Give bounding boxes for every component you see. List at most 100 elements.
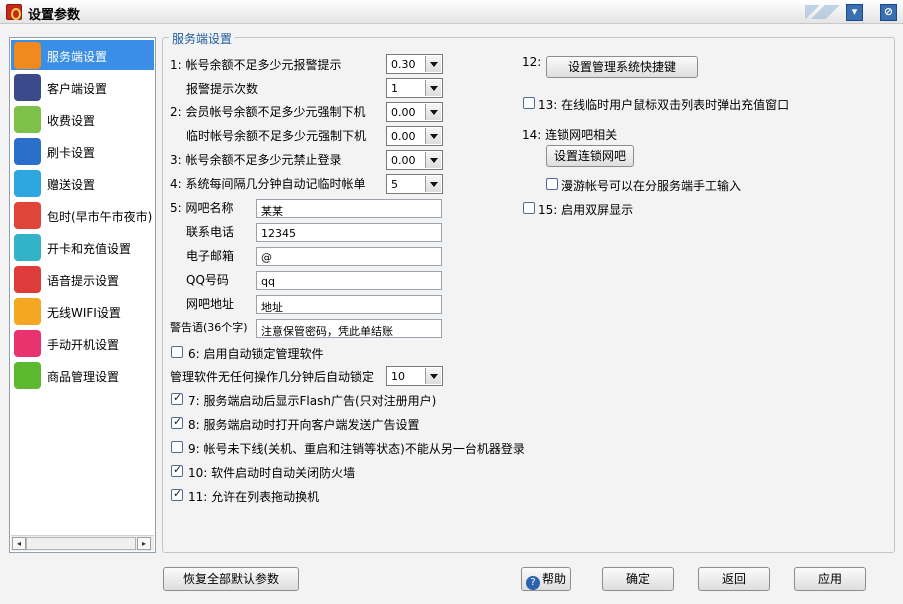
temp-force-off-combo[interactable]: 0.00 <box>386 126 443 146</box>
settings-sidebar: 服务端设置客户端设置收费设置刷卡设置赠送设置包时(早市午市夜市) 开卡和充值设置语… <box>9 37 156 553</box>
shortcut-label: 12: <box>522 55 542 69</box>
hand-pointer-icon <box>14 330 41 357</box>
flash-ad-label: 7: 服务端启动后显示Flash广告(只对注册用户) <box>188 394 437 408</box>
sidebar-item-5[interactable]: 包时(早市午市夜市) <box>11 200 154 230</box>
qq-input[interactable]: qq <box>256 271 442 290</box>
auto-lock-label: 6: 启用自动锁定管理软件 <box>188 347 324 361</box>
roaming-checkbox[interactable] <box>546 178 558 190</box>
roaming-label: 漫游帐号可以在分服务端手工输入 <box>561 179 742 193</box>
auto-lock-checkbox[interactable] <box>171 346 183 358</box>
lock-minutes-combo[interactable]: 10 <box>386 366 443 386</box>
help-button-label: 帮助 <box>541 572 566 586</box>
alert-times-combo[interactable]: 1 <box>386 78 443 98</box>
card-icon <box>14 138 41 165</box>
email-input[interactable]: @ <box>256 247 442 266</box>
auto-bill-label: 4: 系统每间隔几分钟自动记临时帐单 <box>170 177 366 191</box>
chevron-down-icon[interactable] <box>425 152 441 168</box>
balance-alert-value: 0.30 <box>391 58 416 71</box>
restore-defaults-button[interactable]: 恢复全部默认参数 <box>163 567 299 591</box>
scroll-right-button[interactable]: ▸ <box>137 537 151 550</box>
temp-force-off-label: 临时帐号余额不足多少元强制下机 <box>186 129 367 143</box>
warning-input[interactable]: 注意保管密码，凭此单结账 <box>256 319 442 338</box>
shortcut-button[interactable]: 设置管理系统快捷键 <box>546 56 698 78</box>
warning-label: 警告语(36个字) <box>170 321 248 334</box>
sidebar-item-label: 开卡和充值设置 <box>47 242 132 256</box>
window-title: 设置参数 <box>28 8 81 23</box>
sidebar-item-label: 客户端设置 <box>47 82 108 96</box>
single-login-checkbox[interactable] <box>171 441 183 453</box>
ok-button[interactable]: 确定 <box>602 567 674 591</box>
title-bar: 设置参数 ▾ ⊘ <box>0 0 903 24</box>
sidebar-item-6[interactable]: 开卡和充值设置 <box>11 232 154 262</box>
horizontal-scrollbar[interactable]: ◂ ▸ <box>11 535 154 551</box>
sidebar-item-4[interactable]: 赠送设置 <box>11 168 154 198</box>
chain-button[interactable]: 设置连锁网吧 <box>546 145 634 167</box>
shopping-cart-icon <box>14 362 41 389</box>
scroll-thumb[interactable] <box>26 537 136 550</box>
auto-bill-combo[interactable]: 5 <box>386 174 443 194</box>
sidebar-item-7[interactable]: 语音提示设置 <box>11 264 154 294</box>
sidebar-item-label: 手动开机设置 <box>47 338 120 352</box>
firewall-checkbox[interactable] <box>171 463 183 477</box>
forbid-login-value: 0.00 <box>391 154 416 167</box>
help-button[interactable]: ? 帮助 <box>521 567 571 591</box>
chevron-down-icon[interactable] <box>425 128 441 144</box>
dual-screen-checkbox[interactable] <box>523 202 535 214</box>
scroll-left-button[interactable]: ◂ <box>12 537 26 550</box>
sidebar-item-label: 赠送设置 <box>47 178 96 192</box>
dual-screen-label: 15: 启用双屏显示 <box>538 203 634 217</box>
sidebar-item-label: 无线WIFI设置 <box>47 306 121 320</box>
close-button[interactable]: ⊘ <box>880 4 897 21</box>
sidebar-item-10[interactable]: 商品管理设置 <box>11 360 154 390</box>
drag-swap-checkbox[interactable] <box>171 487 183 501</box>
wifi-icon <box>14 298 41 325</box>
open-card-icon <box>14 234 41 261</box>
sidebar-item-8[interactable]: 无线WIFI设置 <box>11 296 154 326</box>
client-monitor-icon <box>14 74 41 101</box>
chain-label: 14: 连锁网吧相关 <box>522 128 618 142</box>
help-icon: ? <box>525 576 540 590</box>
lock-minutes-label: 管理软件无任何操作几分钟后自动锁定 <box>170 370 375 384</box>
back-button[interactable]: 返回 <box>698 567 770 591</box>
client-ad-checkbox[interactable] <box>171 415 183 429</box>
chevron-down-icon[interactable] <box>425 104 441 120</box>
apply-button[interactable]: 应用 <box>794 567 866 591</box>
chevron-down-icon[interactable] <box>425 368 441 384</box>
alert-times-value: 1 <box>391 82 398 95</box>
phone-input[interactable]: 12345 <box>256 223 442 242</box>
group-title: 服务端设置 <box>169 30 236 47</box>
alert-times-label: 报警提示次数 <box>186 82 259 96</box>
sidebar-item-label: 服务端设置 <box>47 50 108 64</box>
firewall-label: 10: 软件启动时自动关闭防火墙 <box>188 466 356 480</box>
forbid-login-combo[interactable]: 0.00 <box>386 150 443 170</box>
member-force-off-combo[interactable]: 0.00 <box>386 102 443 122</box>
member-force-off-label: 2: 会员帐号余额不足多少元强制下机 <box>170 105 366 119</box>
address-input[interactable]: 地址 <box>256 295 442 314</box>
sidebar-item-2[interactable]: 收费设置 <box>11 104 154 134</box>
cafe-name-label: 5: 网吧名称 <box>170 201 234 215</box>
lock-minutes-value: 10 <box>391 370 405 383</box>
minimize-button[interactable]: ▾ <box>846 4 863 21</box>
sidebar-item-label: 包时(早市午市夜市) <box>47 210 153 224</box>
sidebar-item-0[interactable]: 服务端设置 <box>11 40 154 70</box>
balance-alert-combo[interactable]: 0.30 <box>386 54 443 74</box>
cafe-name-input[interactable]: 某某 <box>256 199 442 218</box>
sidebar-item-3[interactable]: 刷卡设置 <box>11 136 154 166</box>
chevron-down-icon[interactable] <box>425 176 441 192</box>
phone-label: 联系电话 <box>186 225 235 239</box>
balance-alert-label: 1: 帐号余额不足多少元报警提示 <box>170 58 342 72</box>
chevron-down-icon[interactable] <box>425 56 441 72</box>
email-label: 电子邮箱 <box>186 249 235 263</box>
sidebar-item-label: 收费设置 <box>47 114 96 128</box>
title-decoration <box>805 5 841 19</box>
sidebar-item-label: 刷卡设置 <box>47 146 96 160</box>
flash-ad-checkbox[interactable] <box>171 391 183 405</box>
sidebar-item-label: 语音提示设置 <box>47 274 120 288</box>
gift-icon <box>14 170 41 197</box>
microphone-icon <box>14 266 41 293</box>
sidebar-item-9[interactable]: 手动开机设置 <box>11 328 154 358</box>
sidebar-item-label: 商品管理设置 <box>47 370 120 384</box>
recharge-popup-checkbox[interactable] <box>523 97 535 109</box>
chevron-down-icon[interactable] <box>425 80 441 96</box>
sidebar-item-1[interactable]: 客户端设置 <box>11 72 154 102</box>
